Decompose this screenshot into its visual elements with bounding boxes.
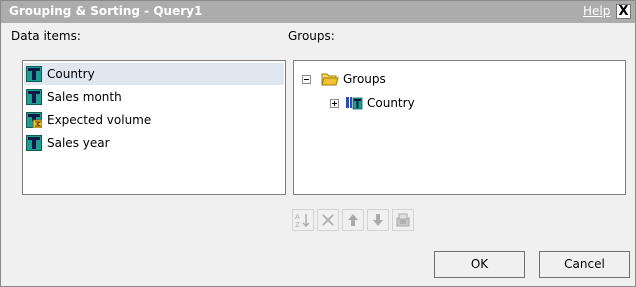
expand-expander[interactable] (330, 99, 339, 108)
svg-text:Z: Z (295, 221, 300, 228)
dialog-title: Grouping & Sorting - Query1 (9, 4, 203, 18)
ok-button[interactable]: OK (434, 251, 525, 278)
groups-tree[interactable]: Groups Country (293, 60, 626, 195)
grouping-sorting-dialog: Grouping & Sorting - Query1 Help X Data … (0, 0, 636, 287)
collapse-expander[interactable] (302, 75, 311, 84)
groups-label: Groups: (288, 29, 335, 43)
text-field-icon (26, 135, 42, 151)
sort-icon: A Z (295, 213, 310, 228)
move-up-icon (348, 214, 358, 226)
sort-button[interactable]: A Z (292, 209, 314, 231)
list-item-label: Sales month (47, 90, 122, 104)
tree-node-label: Country (367, 96, 415, 110)
list-item-label: Country (47, 67, 95, 81)
list-item-country[interactable]: Country (24, 63, 284, 85)
list-item-sales-month[interactable]: Sales month (24, 86, 284, 108)
group-field-icon (346, 97, 363, 110)
list-item-label: Expected volume (47, 113, 152, 127)
move-down-button[interactable] (367, 209, 389, 231)
move-down-icon (373, 214, 383, 226)
svg-text:A: A (295, 213, 300, 221)
delete-button[interactable] (317, 209, 339, 231)
cancel-button[interactable]: Cancel (539, 251, 630, 278)
tree-node-label: Groups (343, 72, 386, 86)
folder-icon (321, 73, 339, 86)
list-item-sales-year[interactable]: Sales year (24, 132, 284, 154)
properties-icon (396, 213, 410, 227)
measure-field-icon (26, 112, 42, 128)
properties-button[interactable] (392, 209, 414, 231)
text-field-icon (26, 66, 42, 82)
data-items-label: Data items: (11, 29, 81, 43)
minus-icon (304, 79, 309, 80)
title-bar[interactable]: Grouping & Sorting - Query1 Help X (1, 1, 635, 23)
list-item-label: Sales year (47, 136, 110, 150)
plus-icon (332, 101, 337, 106)
text-field-icon (26, 89, 42, 105)
tree-node-groups[interactable]: Groups (302, 69, 452, 89)
data-items-list[interactable]: Country Sales month Expected volume Sale… (22, 60, 286, 195)
move-up-button[interactable] (342, 209, 364, 231)
close-button[interactable]: X (616, 4, 631, 19)
delete-icon (322, 214, 334, 226)
tree-node-country[interactable]: Country (330, 93, 510, 113)
help-link[interactable]: Help (583, 4, 610, 18)
list-item-expected-volume[interactable]: Expected volume (24, 109, 284, 131)
